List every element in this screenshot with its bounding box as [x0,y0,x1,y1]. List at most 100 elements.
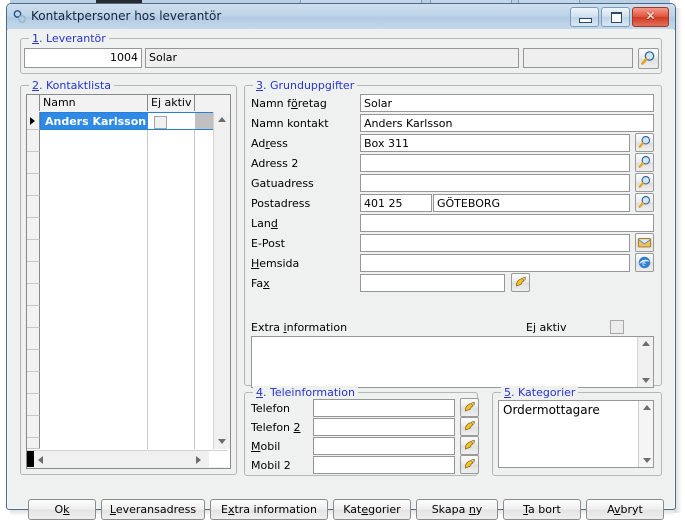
input-postnummer[interactable]: 401 25 [360,194,432,212]
input-fax[interactable] [360,274,505,292]
supplier-search-button[interactable] [638,48,659,69]
scroll-up-icon[interactable] [643,405,651,410]
input-namn-kontakt[interactable]: Anders Karlsson [360,114,654,132]
contact-grid[interactable]: Namn Ej aktiv Anders Karlsson [26,94,231,469]
row-header[interactable] [27,306,40,328]
telefon2-dial-button[interactable] [460,417,479,436]
kategorier-button[interactable]: Kategorier [333,499,411,520]
categories-listbox[interactable]: Ordermottagare [498,400,654,468]
scroll-down-icon[interactable] [642,378,650,383]
input-epost[interactable] [360,234,630,252]
telefon-dial-button[interactable] [460,398,479,417]
row-header[interactable] [27,350,40,372]
row-header[interactable] [27,284,40,306]
row-header[interactable] [27,438,40,449]
row-header[interactable] [27,152,40,174]
input-mobil[interactable] [313,437,455,455]
categories-scrollbar[interactable] [638,401,653,467]
button-label-post: everansadress [115,503,197,516]
group-categories-legend-num: 5 [504,386,511,399]
row-header[interactable] [27,394,40,416]
minimize-button[interactable] [570,7,599,27]
grid-horizontal-scrollbar[interactable] [27,450,228,468]
input-adress[interactable]: Box 311 [360,134,630,152]
group-tele-legend-text: . Teleinformation [263,386,355,399]
input-hemsida[interactable] [360,254,630,272]
input-postort[interactable]: GÖTEBORG [433,194,630,212]
hemsida-open-button[interactable]: e [635,253,654,272]
checkbox-ej-aktiv[interactable] [610,320,624,334]
row-header[interactable] [27,196,40,218]
row-header[interactable] [27,240,40,262]
column-header-namn[interactable]: Namn [40,95,148,111]
row-header[interactable] [27,218,40,240]
gatuadress-search-button[interactable] [635,173,654,192]
group-contactlist-legend: 2. Kontaktlista [29,79,114,92]
epost-send-button[interactable] [635,233,654,252]
browser-icon: e [638,256,651,269]
ta-bort-button[interactable]: Ta bort [503,499,581,520]
label-accel: x [263,277,270,290]
leveransadress-button[interactable]: Leveransadress [101,499,205,520]
label-adress: Adress [251,137,288,150]
row-header[interactable] [27,262,40,284]
skapa-ny-button[interactable]: Skapa ny [416,499,498,520]
adress-search-button[interactable] [635,133,654,152]
mobil-dial-button[interactable] [460,436,479,455]
list-item[interactable]: Ordermottagare [503,403,649,417]
row-header[interactable] [27,372,40,394]
scroll-up-icon[interactable] [642,341,650,346]
label-text: Telefon [251,402,291,415]
input-gatuadress[interactable] [360,174,630,192]
group-basic-legend-num: 3 [256,79,263,92]
button-label-pre: Kat [343,503,362,516]
input-adress-2[interactable] [360,154,630,172]
row-header[interactable] [27,174,40,196]
row-header-selected[interactable] [27,112,40,130]
avbryt-button[interactable]: Avbryt [586,499,664,520]
scroll-left-icon[interactable] [38,456,43,464]
close-button[interactable]: ✕ [632,7,669,27]
cell-filler [195,113,215,129]
postadress-search-button[interactable] [635,193,654,212]
row-header[interactable] [27,416,40,438]
adress2-search-button[interactable] [635,153,654,172]
label-text: Namn kontakt [251,117,329,130]
ok-button[interactable]: Ok [28,499,96,520]
input-telefon[interactable] [313,399,455,417]
button-label-post: tra information [234,503,318,516]
search-icon [638,156,651,168]
cell-ej-aktiv-checkbox[interactable] [154,116,167,129]
supplier-name-field: Solar [145,48,519,68]
textarea-extra-information[interactable] [251,336,654,388]
search-icon [638,196,651,208]
maximize-button[interactable] [601,7,630,27]
label-epost: E-Post [251,237,285,250]
cell-namn[interactable]: Anders Karlsson [41,113,148,129]
input-mobil-2[interactable] [313,456,455,474]
mobil2-dial-button[interactable] [460,455,479,474]
fax-dial-button[interactable] [511,273,530,292]
phone-icon [464,459,475,469]
table-row[interactable]: Anders Karlsson [40,112,215,130]
row-header[interactable] [27,328,40,350]
extra-information-button[interactable]: Extra information [210,499,328,520]
grid-col-separator-2 [194,112,195,449]
phone-icon [515,277,526,287]
input-land[interactable] [360,214,654,232]
scroll-down-icon[interactable] [643,458,651,463]
row-header[interactable] [27,130,40,152]
scroll-up-icon[interactable] [218,117,226,122]
title-bar[interactable]: Kontaktpersoner hos leverantör ✕ [7,4,675,30]
column-header-ej-aktiv[interactable]: Ej aktiv [148,95,195,111]
group-contactlist-legend-num: 2 [32,79,39,92]
scroll-down-icon[interactable] [218,439,226,444]
label-accel: M [251,440,261,453]
input-namn-foretag[interactable]: Solar [360,94,654,112]
input-telefon-2[interactable] [313,418,455,436]
grid-vertical-scrollbar[interactable] [213,112,230,449]
extra-info-scrollbar[interactable] [637,337,653,387]
scroll-right-icon[interactable] [196,456,201,464]
supplier-number-input[interactable]: 1004 [24,48,142,68]
label-accel: 2 [293,421,301,434]
